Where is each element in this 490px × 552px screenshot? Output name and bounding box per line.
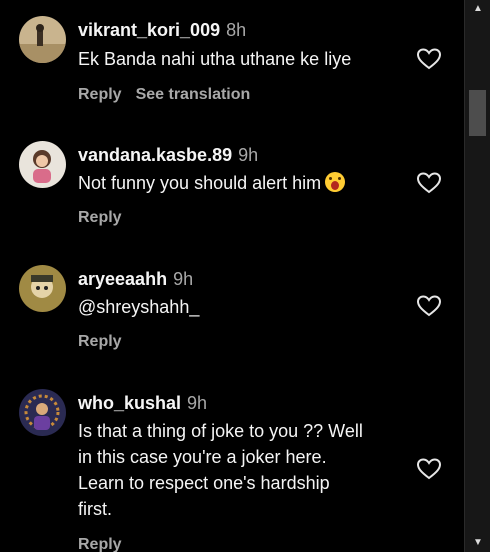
reply-button[interactable]: Reply bbox=[78, 333, 122, 350]
comment-time: 9h bbox=[238, 145, 259, 165]
comment-time: 9h bbox=[173, 269, 194, 289]
comment-time: 9h bbox=[187, 393, 208, 413]
avatar[interactable] bbox=[19, 265, 66, 312]
avatar[interactable] bbox=[19, 16, 66, 63]
reply-button[interactable]: Reply bbox=[78, 209, 122, 226]
heart-outline-icon[interactable] bbox=[416, 294, 442, 318]
scroll-up-arrow-icon[interactable]: ▲ bbox=[465, 0, 490, 18]
scroll-down-arrow-icon[interactable]: ▼ bbox=[465, 534, 490, 552]
comment-username[interactable]: aryeeaahh bbox=[78, 269, 167, 289]
astonished-face-emoji bbox=[325, 172, 346, 192]
scrollbar[interactable]: ▲ ▼ bbox=[464, 0, 490, 552]
comment-text: Ek Banda nahi utha uthane ke liye bbox=[78, 49, 352, 69]
comment-text: @shreyshahh_ bbox=[78, 297, 200, 317]
comment-text: Is that a thing of joke to you ?? Well i… bbox=[78, 421, 363, 519]
heart-outline-icon[interactable] bbox=[416, 171, 442, 195]
comment-text: Not funny you should alert him bbox=[78, 170, 408, 196]
heart-outline-icon[interactable] bbox=[416, 47, 442, 71]
comment-username[interactable]: who_kushal bbox=[78, 393, 181, 413]
avatar[interactable] bbox=[19, 389, 66, 436]
avatar[interactable] bbox=[19, 141, 66, 188]
comments-panel: vikrant_kori_009 8h Ek Banda nahi utha ut… bbox=[0, 0, 464, 552]
comment-text-content: Not funny you should alert him bbox=[78, 173, 322, 193]
heart-outline-icon[interactable] bbox=[416, 457, 442, 481]
comment-time: 8h bbox=[226, 20, 247, 40]
comment-username[interactable]: vikrant_kori_009 bbox=[78, 20, 220, 40]
reply-button[interactable]: Reply bbox=[78, 536, 122, 552]
see-translation-button[interactable]: See translation bbox=[136, 86, 251, 103]
comment-username[interactable]: vandana.kasbe.89 bbox=[78, 145, 232, 165]
reply-button[interactable]: Reply bbox=[78, 86, 122, 103]
scrollbar-thumb[interactable] bbox=[469, 90, 486, 136]
